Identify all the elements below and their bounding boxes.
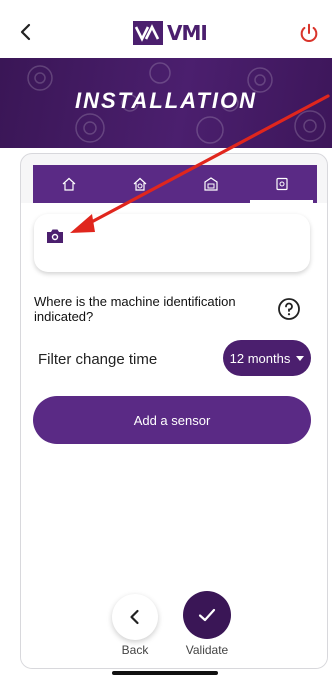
help-circle-icon[interactable] bbox=[277, 297, 301, 321]
home-icon bbox=[62, 177, 75, 191]
validate-label: Validate bbox=[185, 643, 229, 657]
caret-down-icon bbox=[296, 355, 305, 361]
tab-home[interactable] bbox=[33, 165, 104, 203]
camera-icon[interactable] bbox=[46, 228, 64, 244]
installation-card: Where is the machine identification indi… bbox=[20, 153, 328, 669]
page-title: INSTALLATION bbox=[74, 88, 258, 113]
tab-machine[interactable] bbox=[175, 165, 246, 203]
brand-logo: VMI bbox=[133, 20, 208, 46]
photo-upload-box[interactable] bbox=[34, 214, 310, 272]
back-label: Back bbox=[121, 643, 149, 657]
tab-bar bbox=[33, 165, 317, 203]
power-icon[interactable] bbox=[298, 22, 320, 44]
top-bar: VMI bbox=[0, 0, 332, 58]
filter-change-label: Filter change time bbox=[38, 351, 158, 368]
chevron-left-icon bbox=[130, 609, 139, 625]
add-sensor-button[interactable]: Add a sensor bbox=[33, 396, 311, 444]
sensor-icon bbox=[275, 177, 288, 191]
tab-settings-house[interactable] bbox=[104, 165, 175, 203]
tab-sensor[interactable] bbox=[246, 165, 317, 203]
check-icon bbox=[198, 608, 216, 622]
back-button[interactable] bbox=[112, 594, 158, 640]
machine-icon bbox=[203, 177, 218, 191]
brand-name: VMI bbox=[167, 21, 208, 45]
home-indicator bbox=[112, 671, 218, 675]
machine-id-question: Where is the machine identification indi… bbox=[34, 294, 236, 324]
chevron-left-icon[interactable] bbox=[14, 20, 38, 44]
add-sensor-label: Add a sensor bbox=[133, 412, 211, 428]
logo-mark-icon bbox=[133, 21, 163, 45]
filter-change-select[interactable]: 12 months bbox=[223, 340, 311, 376]
installation-banner: INSTALLATION bbox=[0, 58, 332, 148]
filter-change-value: 12 months bbox=[229, 350, 291, 366]
validate-button[interactable] bbox=[183, 591, 231, 639]
settings-house-icon bbox=[133, 177, 146, 191]
